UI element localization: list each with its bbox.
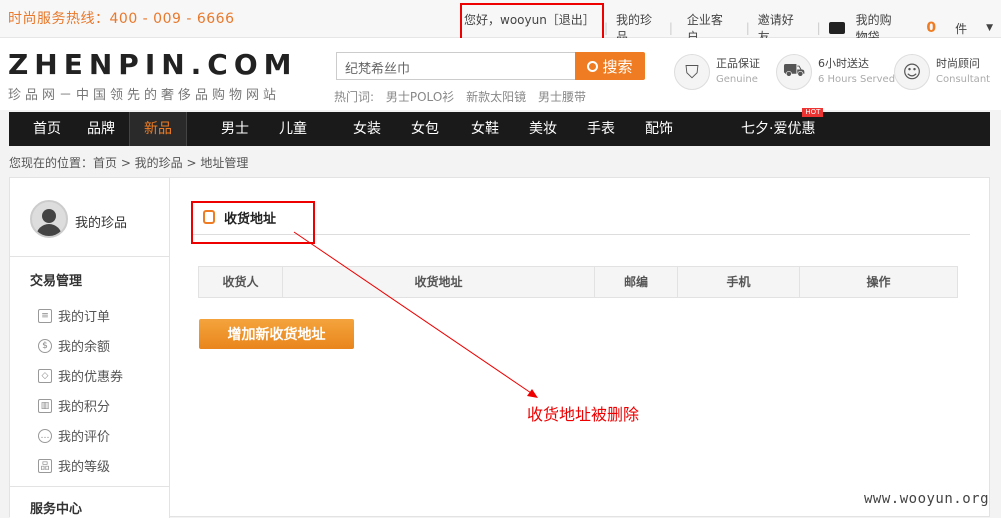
avatar[interactable] [30, 200, 68, 238]
column-header-zipcode: 邮编 [595, 267, 678, 297]
main-nav: 首页 品牌 新品 男士 儿童 女装 女包 女鞋 美妆 手表 配饰 七夕·爱优惠 … [9, 108, 990, 146]
nav-item-women-bags[interactable]: 女包 [395, 112, 455, 146]
search-button[interactable]: 搜索 [575, 52, 645, 80]
shield-icon: ⛉ [674, 54, 710, 90]
nav-item-new[interactable]: 新品 [129, 112, 187, 146]
nav-item-label: 七夕·爱优惠 [741, 121, 816, 137]
watermark: www.wooyun.org [864, 491, 990, 507]
cart-count: 0 [926, 20, 937, 36]
search-input[interactable]: 纪梵希丝巾 [336, 52, 576, 80]
service-subtitle: Genuine [716, 74, 758, 85]
nav-item-accessories[interactable]: 配饰 [631, 112, 687, 146]
sidebar-item-coupons[interactable]: ◇ 我的优惠券 [38, 366, 123, 385]
comment-icon: … [38, 428, 52, 443]
service-title: 6小时送达 [818, 57, 869, 70]
nav-item-qixi-promo[interactable]: 七夕·爱优惠 HOT [727, 108, 829, 146]
sidebar-item-label: 我的余额 [58, 340, 111, 355]
nav-item-watches[interactable]: 手表 [571, 112, 631, 146]
nav-item-women-clothing[interactable]: 女装 [339, 112, 395, 146]
sidebar-item-label: 我的积分 [58, 400, 111, 415]
sidebar-section-trade: 交易管理 [30, 274, 83, 289]
column-header-address: 收货地址 [283, 267, 595, 297]
sidebar-item-reviews[interactable]: … 我的评价 [38, 426, 110, 445]
title-highlight-box [191, 201, 315, 244]
cart-unit: 件 [955, 21, 968, 36]
divider [10, 256, 170, 257]
nav-item-kids[interactable]: 儿童 [265, 112, 321, 146]
main-panel: 我的珍品 交易管理 ≡ 我的订单 $ 我的余额 ◇ 我的优惠券 ▥ 我的积分 … 我的评价… [9, 177, 990, 518]
service-consultant[interactable]: ☺ 时尚顾问 Consultant [894, 54, 990, 90]
bag-icon [828, 22, 845, 34]
nav-item-beauty[interactable]: 美妆 [515, 112, 571, 146]
sidebar-item-points[interactable]: ▥ 我的积分 [38, 396, 110, 415]
hot-words: 热门词: 男士POLO衫 新款太阳镜 男士腰带 [334, 88, 594, 105]
column-header-phone: 手机 [678, 267, 800, 297]
header: ZHENPIN.COM 珍品网－中国领先的奢侈品购物网站 纪梵希丝巾 搜索 热门… [0, 38, 1001, 110]
coin-icon: $ [38, 338, 52, 353]
column-header-actions: 操作 [866, 275, 891, 289]
hot-word[interactable]: 男士POLO衫 [386, 90, 454, 104]
sidebar: 我的珍品 交易管理 ≡ 我的订单 $ 我的余额 ◇ 我的优惠券 ▥ 我的积分 … 我的评价… [10, 178, 170, 518]
breadcrumb: 您现在的位置：首页 > 我的珍品 > 地址管理 [9, 156, 249, 170]
chart-icon: ▥ [38, 398, 52, 413]
sidebar-item-label: 我的评价 [58, 430, 111, 445]
search-icon [587, 60, 599, 72]
nav-item-women-shoes[interactable]: 女鞋 [455, 112, 515, 146]
service-delivery[interactable]: ⛟ 6小时送达 6 Hours Served [776, 54, 895, 90]
car-icon: ⛟ [776, 54, 812, 90]
sidebar-section-service: 服务中心 [30, 502, 83, 517]
slogan: 珍品网－中国领先的奢侈品购物网站 [8, 88, 281, 103]
service-title: 正品保证 [716, 57, 760, 70]
greeting-highlight-box [460, 3, 604, 40]
tag-icon: ◇ [38, 368, 52, 383]
service-genuine[interactable]: ⛉ 正品保证 Genuine [674, 54, 760, 90]
hot-word[interactable]: 男士腰带 [538, 90, 586, 104]
add-address-button[interactable]: 增加新收货地址 [199, 319, 354, 349]
sidebar-item-orders[interactable]: ≡ 我的订单 [38, 306, 110, 325]
hot-badge: HOT [802, 108, 824, 117]
divider [10, 486, 170, 487]
search-button-label: 搜索 [602, 57, 633, 76]
nav-item-brand[interactable]: 品牌 [73, 112, 129, 146]
person-icon: ☺ [894, 54, 930, 90]
chevron-down-icon: ▼ [986, 23, 993, 33]
nav-item-home[interactable]: 首页 [9, 112, 73, 146]
service-subtitle: Consultant [936, 74, 991, 85]
sidebar-item-balance[interactable]: $ 我的余额 [38, 336, 110, 355]
logo[interactable]: ZHENPIN.COM [8, 48, 298, 81]
sidebar-item-level[interactable]: 品我的等级 [38, 456, 110, 475]
hotline: 时尚服务热线：400 - 009 - 6666 [8, 11, 235, 27]
hierarchy-icon: 品 [38, 458, 52, 473]
nav-item-men[interactable]: 男士 [205, 112, 265, 146]
hot-label: 热门词: [334, 90, 375, 104]
sidebar-item-label: 我的优惠券 [58, 370, 124, 385]
address-table-header: 收货人 收货地址 邮编 手机 操作 [198, 266, 958, 298]
sidebar-profile-label[interactable]: 我的珍品 [75, 212, 127, 231]
column-header-recipient: 收货人 [199, 267, 283, 297]
service-title: 时尚顾问 [936, 57, 980, 70]
order-icon: ≡ [38, 308, 52, 323]
hot-word[interactable]: 新款太阳镜 [466, 90, 526, 104]
annotation-text: 收货地址被删除 [527, 405, 640, 424]
sidebar-item-label: 我的等级 [58, 460, 111, 475]
service-subtitle: 6 Hours Served [818, 74, 896, 85]
sidebar-item-label: 我的订单 [58, 310, 111, 325]
